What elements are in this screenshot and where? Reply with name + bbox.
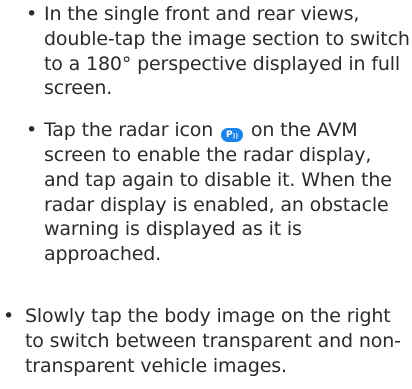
body-image-instruction-text: Slowly tap the body image on the right t… <box>25 305 401 377</box>
radar-instruction-text-before: Tap the radar icon <box>44 119 214 142</box>
manual-page: • In the single front and rear views, do… <box>0 0 412 389</box>
main-bullet-list: • Slowly tap the body image on the right… <box>2 304 410 378</box>
bullet-marker: • <box>26 119 38 142</box>
bullet-marker: • <box>26 3 38 25</box>
radar-icon: P)) <box>221 128 244 143</box>
sub-bullet-list: • In the single front and rear views, do… <box>25 2 410 267</box>
sub-bullet-item-radar: • Tap the radar icon P)) on the AVM scre… <box>25 118 410 267</box>
bullet-marker: • <box>3 305 15 327</box>
sub-bullet-item-fullscreen: • In the single front and rear views, do… <box>25 2 410 101</box>
main-bullet-item-body-image: • Slowly tap the body image on the right… <box>2 304 410 378</box>
fullscreen-instruction-text: In the single front and rear views, doub… <box>44 3 410 100</box>
